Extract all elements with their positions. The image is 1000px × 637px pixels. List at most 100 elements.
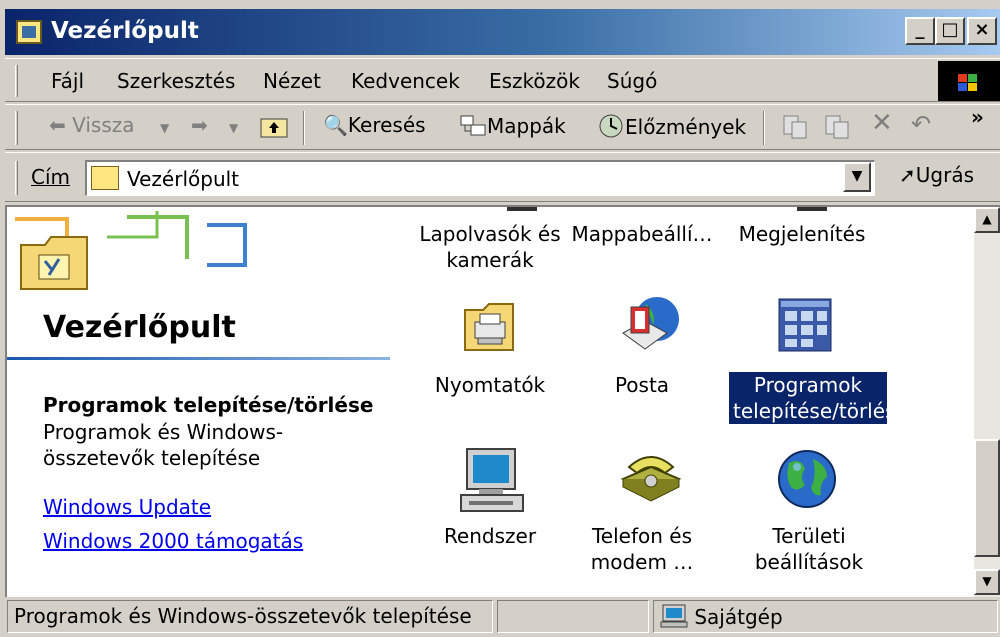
list-item[interactable]: Nyomtatók [415, 372, 565, 398]
menu-tools[interactable]: Eszközök [489, 69, 580, 93]
item-label: Megjelenítés [738, 222, 866, 246]
windows-update-link[interactable]: Windows Update [43, 495, 211, 519]
delete-icon: ✕ [871, 108, 893, 138]
list-item[interactable]: Területi beállítások [729, 523, 889, 575]
history-icon [599, 114, 623, 138]
menu-favorites[interactable]: Kedvencek [351, 69, 460, 93]
copy-to-icon [825, 115, 849, 139]
my-computer-icon [660, 604, 688, 628]
scroll-thumb[interactable] [974, 439, 1000, 557]
title-bar[interactable]: Vezérlőpult _ □ × [5, 9, 1000, 55]
search-icon: 🔍 [323, 113, 348, 137]
toolbar-separator [303, 111, 305, 145]
menu-file[interactable]: Fájl [51, 69, 84, 93]
address-grip[interactable] [15, 161, 18, 195]
move-to-button[interactable] [781, 113, 809, 143]
display-icon [797, 207, 827, 211]
computer-icon[interactable] [459, 447, 525, 517]
status-zone-label: Sajátgép [694, 605, 783, 629]
back-arrow-icon: ⬅ [49, 113, 66, 137]
standard-toolbar: ⬅ Vissza ▼ ➡ ▼ 🔍Keresés Mappák Előzménye… [5, 104, 1000, 150]
item-label: Lapolvasók és kamerák [419, 222, 561, 272]
item-label: Rendszer [443, 524, 537, 548]
status-bar: Programok és Windows-összetevők telepíté… [5, 598, 1000, 635]
menu-edit[interactable]: Szerkesztés [117, 69, 235, 93]
toolbar-overflow[interactable]: » [971, 105, 984, 135]
forward-arrow-icon: ➡ [191, 113, 208, 137]
menu-grip[interactable] [15, 65, 18, 97]
close-button[interactable]: × [967, 17, 997, 45]
minimize-button[interactable]: _ [905, 17, 935, 45]
back-dropdown[interactable]: ▼ [160, 121, 169, 151]
delete-button[interactable]: ✕ [871, 108, 893, 138]
control-panel-icon [91, 166, 119, 190]
address-dropdown-button[interactable]: ▼ [843, 162, 871, 192]
vertical-scrollbar[interactable]: ▲ ▼ [974, 207, 1000, 597]
selected-item-description: Programok és Windows-összetevők telepíté… [43, 420, 284, 470]
address-input[interactable]: Vezérlőpult [85, 160, 875, 196]
history-button[interactable]: Előzmények [597, 113, 746, 143]
maximize-button[interactable]: □ [935, 17, 965, 45]
back-button[interactable]: ⬅ Vissza [49, 113, 135, 143]
menu-view[interactable]: Nézet [263, 69, 321, 93]
list-item[interactable]: Telefon és modem … [567, 523, 717, 575]
selected-item-title: Programok telepítése/törlése [43, 393, 374, 417]
page-title: Vezérlőpult [43, 310, 236, 345]
undo-icon: ↶ [911, 110, 932, 138]
back-label: Vissza [72, 113, 135, 137]
move-to-icon [783, 115, 807, 139]
folders-button[interactable]: Mappák [459, 113, 566, 143]
status-empty-pane [497, 600, 649, 633]
item-label: Posta [614, 373, 670, 397]
up-folder-icon [260, 118, 288, 138]
printer-folder-icon[interactable] [463, 300, 517, 354]
list-item[interactable]: Lapolvasók és kamerák [415, 221, 565, 273]
list-item[interactable]: Posta [567, 372, 717, 398]
scroll-up-button[interactable]: ▲ [974, 207, 1000, 233]
go-button[interactable]: ➚Ugrás [899, 163, 974, 187]
status-text: Programok és Windows-összetevők telepíté… [7, 600, 493, 633]
search-label: Keresés [347, 113, 426, 137]
heading-underline [7, 357, 390, 360]
list-item[interactable]: Mappabeállí… [567, 221, 717, 247]
scanner-camera-icon [507, 207, 537, 211]
address-value: Vezérlőpult [127, 167, 240, 191]
folders-icon [460, 115, 486, 136]
mail-icon[interactable] [617, 293, 683, 357]
forward-button[interactable]: ➡ [191, 113, 208, 143]
content-area: Vezérlőpult Programok telepítése/törlése… [5, 205, 1000, 597]
undo-button[interactable]: ↶ [911, 110, 931, 140]
control-panel-folder-icon [20, 236, 88, 290]
address-bar: Cím Vezérlőpult ▼ ➚Ugrás [5, 152, 1000, 202]
web-view-pane: Vezérlőpult Programok telepítése/törlése… [7, 207, 397, 597]
telephone-icon[interactable] [619, 449, 683, 509]
menu-help[interactable]: Súgó [607, 69, 657, 93]
add-remove-programs-icon[interactable] [773, 297, 837, 357]
toolbar-grip[interactable] [15, 111, 18, 145]
go-label: Ugrás [915, 163, 974, 187]
list-item-selected[interactable]: Programok telepítése/törlése [729, 372, 908, 424]
item-label: Programok telepítése/törlése [729, 372, 908, 424]
window-title: Vezérlőpult [51, 18, 199, 44]
list-item[interactable]: Rendszer [415, 523, 565, 549]
address-label: Cím [31, 165, 71, 189]
item-label: Területi beállítások [754, 524, 864, 574]
forward-dropdown[interactable]: ▼ [229, 121, 238, 151]
item-label: Telefon és modem … [590, 524, 694, 574]
windows-2000-support-link[interactable]: Windows 2000 támogatás [43, 529, 303, 553]
menu-bar: Fájl Szerkesztés Nézet Kedvencek Eszközö… [5, 58, 1000, 102]
toolbar-separator [763, 111, 765, 145]
search-button[interactable]: 🔍Keresés [323, 113, 426, 143]
windows-logo-icon [938, 61, 1000, 101]
copy-to-button[interactable] [823, 113, 851, 143]
history-label: Előzmények [625, 115, 747, 139]
up-folder-button[interactable] [259, 113, 289, 143]
list-item[interactable]: Megjelenítés [727, 221, 877, 247]
item-label: Mappabeállí… [571, 222, 713, 246]
control-panel-icon[interactable] [16, 20, 42, 44]
go-arrow-icon: ➚ [899, 163, 916, 187]
folders-label: Mappák [487, 114, 566, 138]
status-zone-pane: Sajátgép [653, 600, 998, 633]
scroll-down-button[interactable]: ▼ [974, 569, 1000, 595]
globe-icon[interactable] [775, 447, 839, 511]
